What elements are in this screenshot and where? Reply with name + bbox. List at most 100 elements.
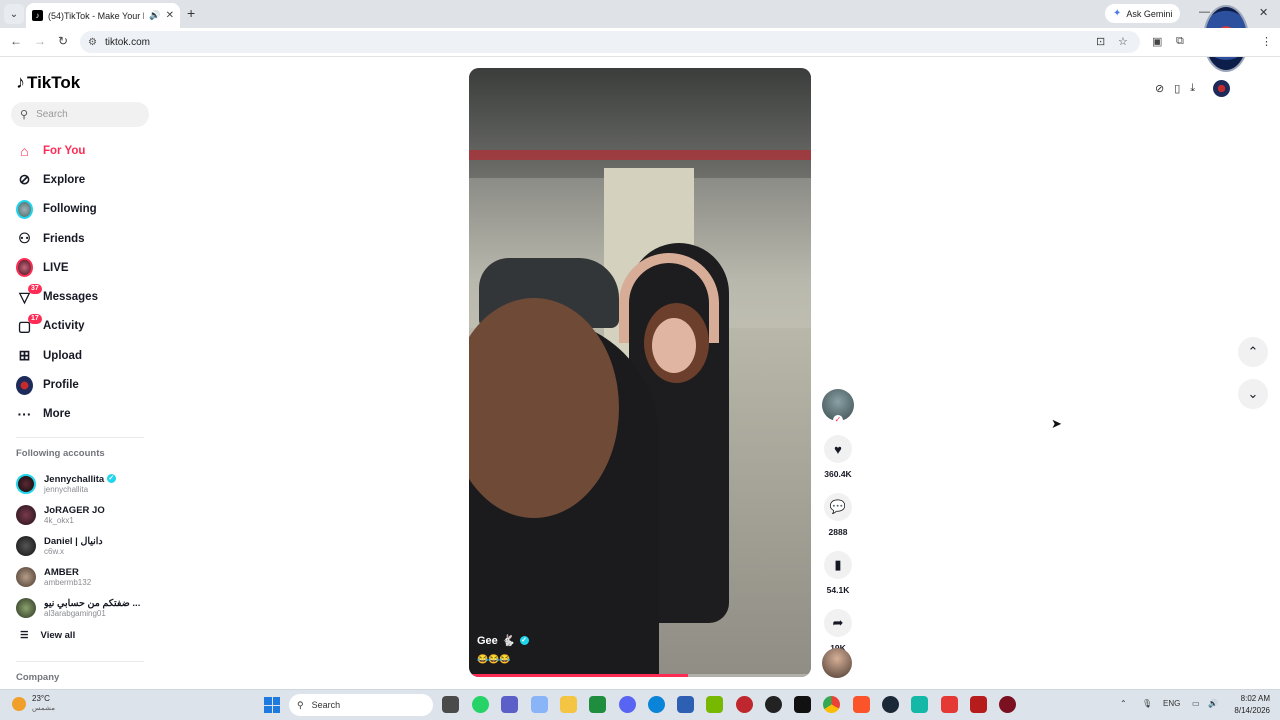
install-app-icon[interactable]: ⊡ bbox=[1096, 35, 1105, 48]
app-icon[interactable] bbox=[531, 696, 548, 713]
creator-avatar[interactable]: ✓ bbox=[822, 389, 854, 425]
sidebar-item-for-you[interactable]: ⌂ For You bbox=[12, 136, 152, 165]
next-video-button[interactable]: ⌄ bbox=[1238, 379, 1268, 409]
like-action[interactable]: ♥ 360.4K bbox=[822, 435, 854, 479]
reload-icon[interactable]: ↻ bbox=[58, 34, 68, 48]
steam-icon[interactable] bbox=[882, 696, 899, 713]
taskbar-search-label: Search bbox=[311, 700, 341, 710]
weather-temp: 23°C bbox=[32, 694, 50, 703]
list-icon: ☰ bbox=[20, 630, 29, 641]
extension-badge-icon[interactable]: ▣ bbox=[1152, 35, 1162, 48]
brave-icon[interactable] bbox=[853, 696, 870, 713]
ask-gemini-button[interactable]: ✦ Ask Gemini bbox=[1105, 4, 1181, 23]
volume-icon[interactable]: 🔊 bbox=[1208, 699, 1218, 708]
xbox-icon[interactable] bbox=[589, 696, 606, 713]
chrome-icon[interactable] bbox=[823, 696, 840, 713]
browser-tab[interactable]: ♪ (54)TikTok - Make Your Day 🔊 ✕ bbox=[26, 3, 180, 28]
language-indicator[interactable]: ENG bbox=[1163, 699, 1180, 708]
tab-close-icon[interactable]: ✕ bbox=[166, 10, 174, 21]
account-item[interactable]: Jennychallita ✓ jennychallita bbox=[16, 468, 146, 499]
app-icon[interactable] bbox=[970, 696, 987, 713]
site-info-icon[interactable]: ⚙ bbox=[88, 37, 97, 48]
sidebar-search-input[interactable]: ⚲ Search bbox=[11, 102, 149, 127]
discord-icon[interactable] bbox=[619, 696, 636, 713]
share-action[interactable]: ➦ 19K bbox=[822, 609, 854, 653]
more-icon: ··· bbox=[17, 406, 32, 423]
action-column: ✓ ♥ 360.4K 💬 2888 ▮ 54.1K ➦ 19K bbox=[822, 389, 854, 653]
app-icon[interactable] bbox=[941, 696, 958, 713]
sidebar-item-explore[interactable]: ⊘ Explore bbox=[12, 165, 152, 194]
profile-avatar-icon bbox=[16, 375, 33, 395]
browser-menu-icon[interactable]: ⋮ bbox=[1261, 35, 1272, 48]
account-item[interactable]: JoRAGER JO 4k_okx1 bbox=[16, 499, 146, 530]
video-player[interactable]: Gee 🐇 ✓ 😂😂😂 bbox=[469, 68, 811, 677]
whatsapp-icon[interactable] bbox=[472, 696, 489, 713]
music-disc-avatar[interactable] bbox=[822, 648, 852, 678]
store-icon[interactable] bbox=[677, 696, 694, 713]
sidebar-divider bbox=[16, 437, 144, 438]
comment-action[interactable]: 💬 2888 bbox=[822, 493, 854, 537]
back-arrow-icon[interactable]: ← bbox=[10, 34, 22, 48]
phone-icon[interactable]: ▯ bbox=[1174, 82, 1180, 95]
tiktok-logo[interactable]: ♪ TikTok bbox=[16, 72, 80, 93]
sidebar-item-more[interactable]: ··· More bbox=[12, 400, 152, 429]
coin-icon[interactable]: ⊘ bbox=[1155, 82, 1164, 95]
taskbar-search[interactable]: ⚲ Search bbox=[289, 694, 433, 716]
previous-video-button[interactable]: ⌃ bbox=[1238, 337, 1268, 367]
bookmark-star-icon[interactable]: ☆ bbox=[1118, 35, 1128, 48]
heart-icon[interactable]: ♥ bbox=[824, 435, 852, 463]
tray-chevron-up-icon[interactable]: ⌃ bbox=[1120, 699, 1127, 708]
compass-icon: ⊘ bbox=[18, 171, 31, 188]
extensions-puzzle-icon[interactable]: ⧉ bbox=[1176, 35, 1184, 48]
share-arrow-icon[interactable]: ➦ bbox=[824, 609, 852, 637]
network-icon[interactable]: ▭ bbox=[1192, 699, 1200, 708]
sidebar-divider bbox=[16, 661, 144, 662]
comment-icon[interactable]: 💬 bbox=[824, 493, 852, 521]
nvidia-icon[interactable] bbox=[706, 696, 723, 713]
new-tab-button[interactable]: + bbox=[187, 5, 195, 21]
sidebar-item-profile[interactable]: Profile bbox=[12, 370, 152, 399]
sidebar-item-friends[interactable]: ⚇ Friends bbox=[12, 224, 152, 253]
account-name: Jennychallita bbox=[44, 473, 105, 485]
app-icon[interactable] bbox=[736, 696, 753, 713]
system-clock[interactable]: 8:02 AM 8/14/2026 bbox=[1226, 693, 1270, 717]
sidebar-item-following[interactable]: Following bbox=[12, 195, 152, 224]
account-item[interactable]: Daniel | دانيال c6w.x bbox=[16, 530, 146, 561]
forward-arrow-icon[interactable]: → bbox=[34, 34, 46, 48]
video-author-caption[interactable]: Gee 🐇 ✓ bbox=[477, 634, 529, 647]
company-section-title: Company bbox=[16, 672, 60, 683]
bookmark-icon[interactable]: ▮ bbox=[824, 551, 852, 579]
terminal-icon[interactable] bbox=[794, 696, 811, 713]
browser-tab-strip: ⌄ ♪ (54)TikTok - Make Your Day 🔊 ✕ + ✦ A… bbox=[0, 0, 1280, 28]
teams-icon[interactable] bbox=[501, 696, 518, 713]
account-item[interactable]: AMBER ambermb132 bbox=[16, 561, 146, 592]
task-view-icon[interactable] bbox=[442, 696, 459, 713]
sidebar-item-live[interactable]: LIVE bbox=[12, 253, 152, 282]
omnibox[interactable]: ⚙ tiktok.com bbox=[80, 31, 1140, 53]
video-progress-bar[interactable] bbox=[469, 674, 811, 677]
sidebar-item-label: Upload bbox=[43, 349, 82, 362]
microphone-icon[interactable]: 🎙 bbox=[1142, 699, 1152, 708]
sidebar-item-upload[interactable]: ⊞ Upload bbox=[12, 341, 152, 370]
file-explorer-icon[interactable] bbox=[560, 696, 577, 713]
download-icon[interactable]: ⤓ bbox=[1190, 82, 1195, 95]
weather-widget[interactable]: 23°C مشمس bbox=[12, 694, 55, 713]
windows-start-icon[interactable] bbox=[264, 697, 280, 713]
tab-search-chevron-icon[interactable]: ⌄ bbox=[4, 4, 24, 24]
user-avatar[interactable] bbox=[1213, 80, 1231, 97]
comment-count: 2888 bbox=[828, 527, 848, 537]
chevron-up-icon: ⌃ bbox=[1247, 344, 1259, 359]
edge-icon[interactable] bbox=[648, 696, 665, 713]
view-all-button[interactable]: ☰ View all bbox=[20, 630, 75, 641]
tab-title: (54)TikTok - Make Your Day bbox=[48, 10, 144, 21]
close-window-button[interactable]: ✕ bbox=[1259, 6, 1268, 19]
app-icon[interactable] bbox=[765, 696, 782, 713]
follow-check-icon[interactable]: ✓ bbox=[833, 415, 843, 425]
app-icon[interactable] bbox=[911, 696, 928, 713]
speaker-icon[interactable]: 🔊 bbox=[149, 10, 160, 21]
sidebar-item-messages[interactable]: ▽ 37 Messages bbox=[12, 282, 152, 311]
sidebar-item-activity[interactable]: ▢ 17 Activity bbox=[12, 312, 152, 341]
app-icon[interactable] bbox=[999, 696, 1016, 713]
save-action[interactable]: ▮ 54.1K bbox=[822, 551, 854, 595]
account-item[interactable]: ضفتكم من حسابي نيو ... al3arabgaming01 bbox=[16, 592, 146, 623]
